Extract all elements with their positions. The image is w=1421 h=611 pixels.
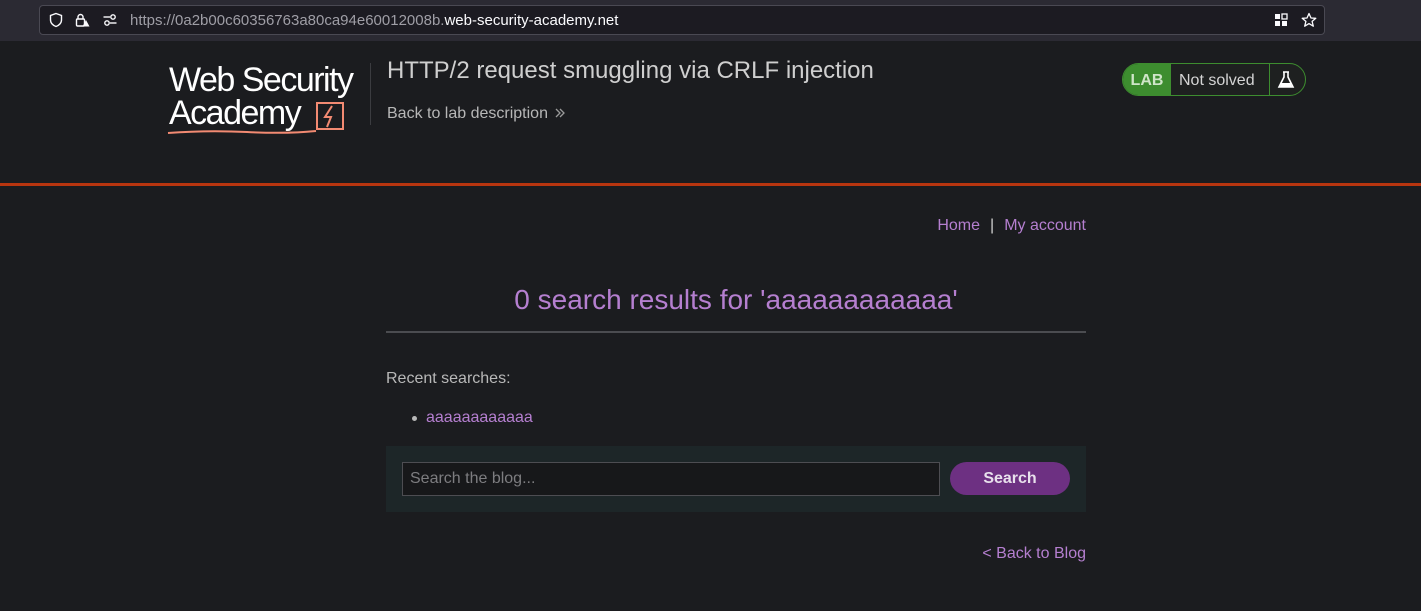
header-accent-rule xyxy=(0,183,1421,186)
address-bar[interactable]: https://0a2b00c60356763a80ca94e60012008b… xyxy=(39,5,1325,35)
back-to-blog-link[interactable]: < Back to Blog xyxy=(982,545,1086,563)
lab-status-divider xyxy=(1269,64,1270,95)
logo-text-line2: Academy xyxy=(169,94,302,132)
search-results-heading: 0 search results for 'aaaaaaaaaaaa' xyxy=(514,284,958,315)
lab-title: HTTP/2 request smuggling via CRLF inject… xyxy=(387,57,874,84)
extensions-icon[interactable] xyxy=(1273,12,1289,28)
nav-my-account-link[interactable]: My account xyxy=(1004,217,1086,234)
list-bullet xyxy=(412,416,417,421)
logo-lightning-icon xyxy=(316,102,344,130)
lab-status-widget: LAB Not solved xyxy=(1122,63,1306,96)
web-security-academy-logo[interactable]: Web Security Academy xyxy=(167,61,367,137)
back-to-lab-description-link[interactable]: Back to lab description xyxy=(387,105,566,123)
nav-separator: | xyxy=(990,217,995,234)
search-input[interactable] xyxy=(402,462,940,496)
results-divider xyxy=(386,331,1086,333)
url-prefix: https://0a2b00c60356763a80ca94e60012008b… xyxy=(130,12,445,29)
url-host: web-security-academy.net xyxy=(444,12,619,29)
lab-badge: LAB xyxy=(1123,64,1171,95)
nav-home-link[interactable]: Home xyxy=(937,217,980,234)
bookmark-star-icon[interactable] xyxy=(1301,12,1317,28)
lock-warning-icon[interactable] xyxy=(74,12,90,28)
top-navigation: Home | My account xyxy=(937,217,1086,235)
shield-icon[interactable] xyxy=(48,12,64,28)
lab-header: Web Security Academy HTTP/2 request smug… xyxy=(0,41,1421,184)
back-to-lab-description-label: Back to lab description xyxy=(387,105,548,122)
recent-search-text: aaaaaaaaaaaa xyxy=(426,409,533,426)
recent-searches-label: Recent searches: xyxy=(386,370,511,387)
url-text[interactable]: https://0a2b00c60356763a80ca94e60012008b… xyxy=(130,12,618,29)
flask-icon xyxy=(1277,71,1295,88)
double-chevron-right-icon xyxy=(555,108,565,118)
header-divider xyxy=(370,63,371,125)
recent-search-item[interactable]: aaaaaaaaaaaa xyxy=(410,409,533,427)
permissions-icon[interactable] xyxy=(102,12,118,28)
search-button[interactable]: Search xyxy=(950,462,1070,495)
logo-underline xyxy=(167,130,317,134)
lab-status-text: Not solved xyxy=(1179,72,1255,89)
search-panel: Search xyxy=(386,446,1086,512)
browser-toolbar: https://0a2b00c60356763a80ca94e60012008b… xyxy=(0,0,1421,41)
recent-searches-list: aaaaaaaaaaaa xyxy=(410,409,533,427)
